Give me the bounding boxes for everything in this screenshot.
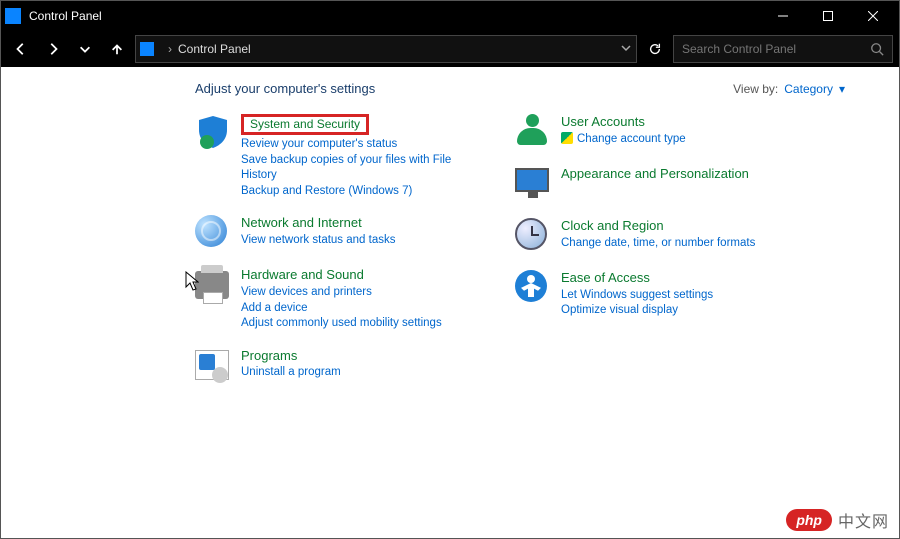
category-user-accounts: User Accounts Change account type	[515, 114, 785, 150]
watermark-text: 中文网	[838, 508, 889, 532]
titlebar[interactable]: Control Panel	[1, 1, 899, 31]
task-link[interactable]: Save backup copies of your files with Fi…	[241, 153, 465, 184]
right-column: User Accounts Change account type Appear…	[515, 114, 785, 384]
printer-icon	[195, 267, 231, 303]
category-system-security: System and Security Review your computer…	[195, 114, 465, 199]
task-link[interactable]: Add a device	[241, 301, 442, 317]
control-panel-window: Control Panel › Control Panel Adjust you…	[0, 0, 900, 539]
category-clock-region: Clock and Region Change date, time, or n…	[515, 218, 785, 254]
view-by[interactable]: View by: Category ▾	[733, 82, 845, 96]
task-link[interactable]: Adjust commonly used mobility settings	[241, 316, 442, 332]
category-title-link[interactable]: Ease of Access	[561, 270, 713, 286]
chevron-down-icon[interactable]	[620, 42, 632, 57]
task-link[interactable]: Uninstall a program	[241, 365, 341, 381]
programs-icon	[195, 348, 231, 384]
task-link[interactable]: Optimize visual display	[561, 303, 713, 319]
back-button[interactable]	[7, 35, 35, 63]
refresh-button[interactable]	[641, 35, 669, 63]
task-link[interactable]: Let Windows suggest settings	[561, 288, 713, 304]
address-segment[interactable]: Control Panel	[178, 42, 251, 56]
category-title-link[interactable]: User Accounts	[561, 114, 686, 130]
view-by-value[interactable]: Category	[784, 82, 833, 96]
address-bar[interactable]: › Control Panel	[135, 35, 637, 63]
cursor-icon	[185, 271, 199, 291]
shield-icon	[195, 114, 231, 150]
task-link[interactable]: View network status and tasks	[241, 233, 395, 249]
monitor-icon	[515, 166, 551, 202]
category-title-link[interactable]: Appearance and Personalization	[561, 166, 749, 182]
category-title-link[interactable]: System and Security	[241, 114, 465, 135]
address-icon	[140, 42, 154, 56]
highlight-box: System and Security	[241, 114, 369, 135]
view-by-label: View by:	[733, 82, 778, 96]
task-link[interactable]: Backup and Restore (Windows 7)	[241, 184, 465, 200]
content-area: Adjust your computer's settings View by:…	[1, 67, 899, 538]
up-button[interactable]	[103, 35, 131, 63]
category-appearance: Appearance and Personalization	[515, 166, 785, 202]
category-title-link[interactable]: Clock and Region	[561, 218, 755, 234]
search-icon	[870, 42, 884, 56]
watermark-badge: php	[786, 509, 832, 531]
navbar: › Control Panel	[1, 31, 899, 67]
category-hardware-sound: Hardware and Sound View devices and prin…	[195, 267, 465, 331]
search-box[interactable]	[673, 35, 893, 63]
task-link[interactable]: Change account type	[561, 132, 686, 148]
category-network-internet: Network and Internet View network status…	[195, 215, 465, 251]
left-column: System and Security Review your computer…	[195, 114, 465, 384]
category-title-link[interactable]: Hardware and Sound	[241, 267, 442, 283]
task-link[interactable]: View devices and printers	[241, 285, 442, 301]
forward-button[interactable]	[39, 35, 67, 63]
page-heading: Adjust your computer's settings	[195, 81, 375, 96]
category-title-link[interactable]: Programs	[241, 348, 341, 364]
ease-of-access-icon	[515, 270, 551, 306]
clock-icon	[515, 218, 551, 254]
category-ease-of-access: Ease of Access Let Windows suggest setti…	[515, 270, 785, 319]
category-title-link[interactable]: Network and Internet	[241, 215, 395, 231]
window-buttons	[760, 1, 895, 31]
search-input[interactable]	[682, 42, 870, 56]
window-title: Control Panel	[29, 9, 760, 23]
globe-icon	[195, 215, 231, 251]
app-icon	[5, 8, 21, 24]
minimize-button[interactable]	[760, 1, 805, 31]
task-link[interactable]: Change date, time, or number formats	[561, 236, 755, 252]
chevron-down-icon: ▾	[839, 82, 845, 96]
watermark: php 中文网	[786, 508, 889, 532]
close-button[interactable]	[850, 1, 895, 31]
user-icon	[515, 114, 551, 150]
task-link[interactable]: Review your computer's status	[241, 137, 465, 153]
category-programs: Programs Uninstall a program	[195, 348, 465, 384]
chevron-right-icon: ›	[162, 42, 178, 56]
recent-locations-button[interactable]	[71, 35, 99, 63]
maximize-button[interactable]	[805, 1, 850, 31]
